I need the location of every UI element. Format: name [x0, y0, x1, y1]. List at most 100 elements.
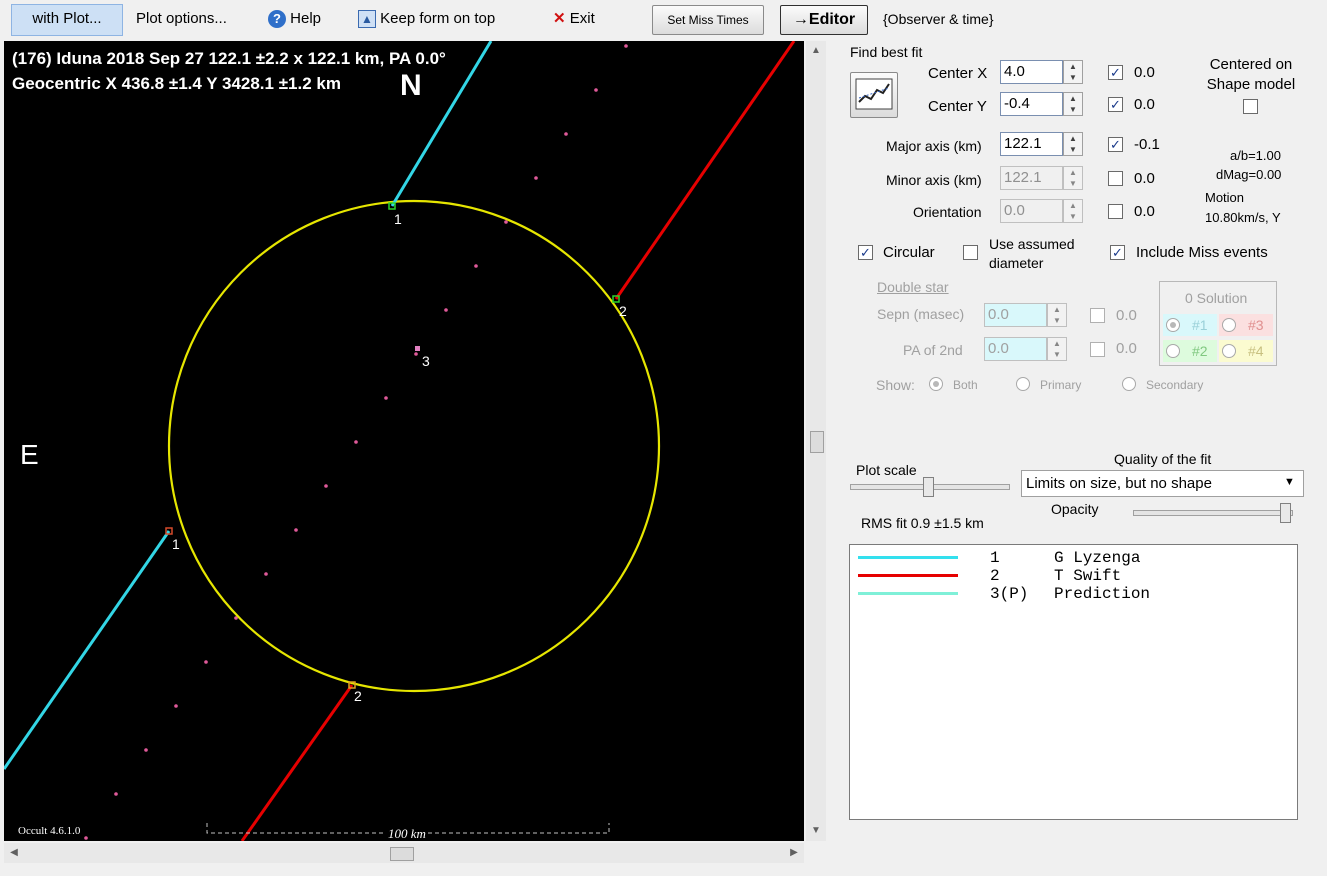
legend-line: [858, 556, 958, 559]
plot-canvas[interactable]: (176) Iduna 2018 Sep 27 122.1 ±2.2 x 122…: [4, 41, 804, 841]
quality-label: Quality of the fit: [1114, 451, 1212, 467]
center-x-input[interactable]: 4.0: [1000, 60, 1063, 84]
keep-form-on-top-menu[interactable]: ▲ Keep form on top: [358, 4, 495, 34]
orientation-checkbox[interactable]: [1108, 204, 1123, 219]
sepn-label: Sepn (masec): [877, 306, 965, 322]
north-label: N: [400, 69, 422, 102]
solution-2-radio[interactable]: [1166, 344, 1180, 358]
center-label: 3: [422, 353, 430, 369]
solution-3-radio[interactable]: [1222, 318, 1236, 332]
major-axis-input[interactable]: 122.1: [1000, 132, 1063, 156]
solution-2-option[interactable]: #2: [1163, 340, 1217, 362]
prediction-dot: [204, 660, 208, 664]
vertical-scroll-thumb[interactable]: [810, 431, 824, 453]
show-secondary-radio[interactable]: [1122, 377, 1136, 391]
minor-axis-spinner[interactable]: ▲ ▼: [1063, 166, 1083, 190]
prediction-dot: [414, 352, 418, 356]
center-y-checkbox[interactable]: ✓: [1108, 97, 1123, 112]
centered-on-shape-checkbox[interactable]: [1243, 99, 1258, 114]
version-label: Occult 4.6.1.0: [18, 825, 81, 837]
pa-2nd-spinner[interactable]: ▲ ▼: [1047, 337, 1067, 361]
plot-options-menu[interactable]: Plot options...: [136, 4, 227, 34]
plot-scale-label: Plot scale: [856, 462, 917, 478]
quality-dropdown[interactable]: Limits on size, but no shape ▼: [1021, 470, 1304, 497]
sepn-spinner[interactable]: ▲ ▼: [1047, 303, 1067, 327]
opacity-slider[interactable]: [1133, 503, 1293, 523]
circular-checkbox[interactable]: ✓: [858, 245, 873, 260]
center-x-spinner[interactable]: ▲ ▼: [1063, 60, 1083, 84]
center-y-input[interactable]: -0.4: [1000, 92, 1063, 116]
pa-2nd-checkbox[interactable]: [1090, 342, 1105, 357]
pa-2nd-input[interactable]: 0.0: [984, 337, 1047, 361]
orientation-spinner[interactable]: ▲ ▼: [1063, 199, 1083, 223]
scroll-left-icon[interactable]: ◀: [8, 847, 20, 858]
show-both-radio[interactable]: [929, 377, 943, 391]
center-x-checkbox[interactable]: ✓: [1108, 65, 1123, 80]
opacity-slider-thumb[interactable]: [1280, 503, 1291, 523]
prediction-dot: [114, 792, 118, 796]
solution-4-label: #4: [1248, 343, 1264, 359]
plot-scale-slider-thumb[interactable]: [923, 477, 934, 497]
solution-title: 0 Solution: [1185, 290, 1248, 306]
plot-vertical-scrollbar[interactable]: ▲ ▼: [806, 41, 826, 841]
chord-2-label-upper: 2: [619, 303, 627, 319]
scroll-right-icon[interactable]: ▶: [788, 847, 800, 858]
help-icon: ?: [268, 10, 286, 29]
major-axis-delta: -0.1: [1134, 136, 1160, 153]
solution-4-radio[interactable]: [1222, 344, 1236, 358]
solution-1-label: #1: [1192, 317, 1208, 333]
chord-2-label-lower: 2: [354, 688, 362, 704]
prediction-dot: [324, 484, 328, 488]
major-axis-label: Major axis (km): [886, 138, 982, 154]
include-miss-events-checkbox[interactable]: ✓: [1110, 245, 1125, 260]
plot-title-line1: (176) Iduna 2018 Sep 27 122.1 ±2.2 x 122…: [12, 49, 446, 68]
legend-line: [858, 574, 958, 577]
major-axis-spinner[interactable]: ▲ ▼: [1063, 132, 1083, 156]
find-best-fit-button[interactable]: [850, 72, 898, 118]
with-plot-menu[interactable]: with Plot...: [11, 4, 123, 36]
prediction-dot: [294, 528, 298, 532]
chord-1-label-lower: 1: [172, 536, 180, 552]
help-menu[interactable]: ? Help: [268, 4, 321, 34]
panel-edge: [1306, 41, 1320, 863]
sepn-input[interactable]: 0.0: [984, 303, 1047, 327]
show-primary-label: Primary: [1040, 378, 1082, 392]
keep-on-top-icon: ▲: [358, 10, 376, 29]
scroll-down-icon[interactable]: ▼: [806, 825, 826, 836]
center-y-spinner[interactable]: ▲ ▼: [1063, 92, 1083, 116]
solution-1-option[interactable]: #1: [1163, 314, 1217, 336]
observer-legend: 1 G Lyzenga 2 T Swift 3(P) Prediction: [849, 544, 1298, 820]
plot-horizontal-scrollbar[interactable]: ◀ ▶: [4, 843, 804, 863]
prediction-dot: [474, 264, 478, 268]
exit-label: Exit: [569, 10, 595, 27]
minor-axis-delta: 0.0: [1134, 170, 1155, 187]
prediction-dot: [564, 132, 568, 136]
exit-menu[interactable]: ✕ Exit: [553, 4, 595, 34]
solution-4-option[interactable]: #4: [1219, 340, 1273, 362]
use-assumed-diameter-checkbox[interactable]: [963, 245, 978, 260]
east-label: E: [20, 439, 39, 470]
close-icon: ✕: [553, 10, 566, 27]
solution-3-option[interactable]: #3: [1219, 314, 1273, 336]
minor-axis-checkbox[interactable]: [1108, 171, 1123, 186]
sepn-checkbox[interactable]: [1090, 308, 1105, 323]
scroll-up-icon[interactable]: ▲: [806, 45, 826, 56]
legend-number: 2: [990, 567, 1000, 585]
horizontal-scroll-thumb[interactable]: [390, 847, 414, 861]
prediction-track: [84, 44, 628, 840]
solution-1-radio[interactable]: [1166, 318, 1180, 332]
chord-1-label-upper: 1: [394, 211, 402, 227]
centered-on-shape-label: Centered on Shape model: [1206, 56, 1296, 93]
editor-button[interactable]: →Editor: [780, 5, 868, 35]
prediction-dot: [144, 748, 148, 752]
orientation-input[interactable]: 0.0: [1000, 199, 1063, 223]
pa-2nd-label: PA of 2nd: [903, 342, 963, 358]
set-miss-times-button[interactable]: Set Miss Times: [652, 5, 764, 35]
major-axis-checkbox[interactable]: ✓: [1108, 137, 1123, 152]
chord-2-lower: [240, 684, 354, 841]
show-primary-radio[interactable]: [1016, 377, 1030, 391]
use-assumed-diameter-label: Use assumed diameter: [989, 236, 1075, 271]
minor-axis-input[interactable]: 122.1: [1000, 166, 1063, 190]
prediction-dot: [534, 176, 538, 180]
sepn-delta: 0.0: [1116, 307, 1137, 324]
